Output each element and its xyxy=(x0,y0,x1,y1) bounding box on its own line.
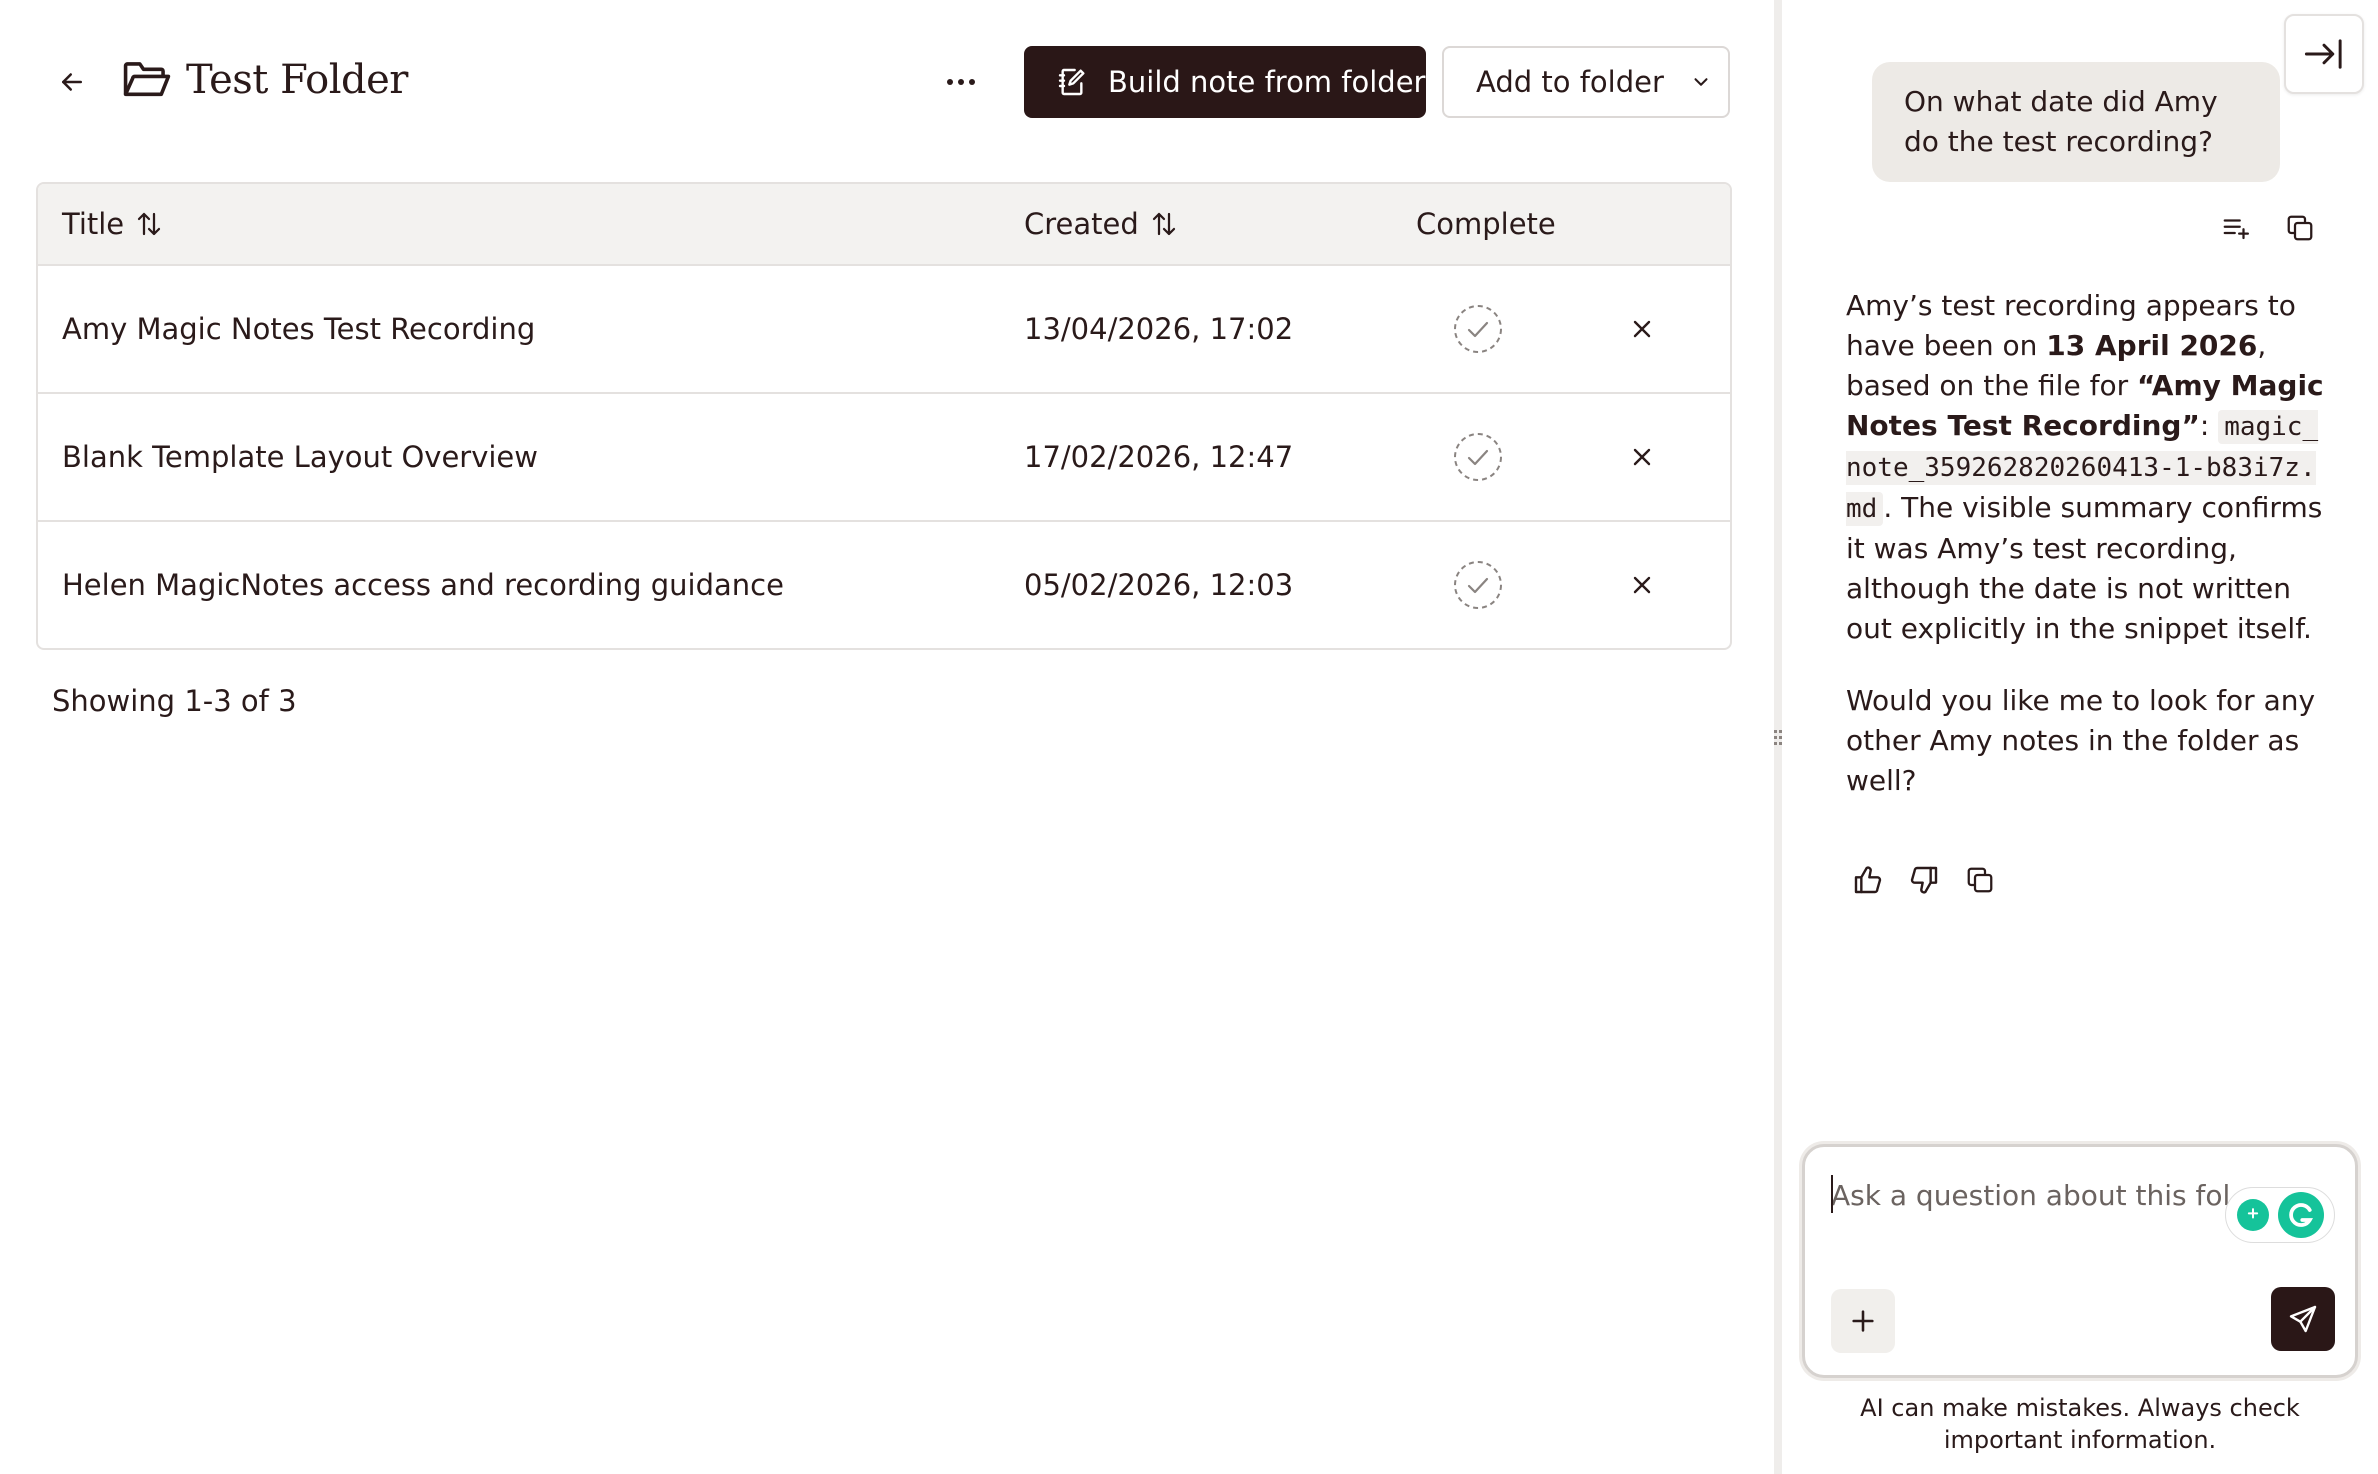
assistant-text: . The visible summary confirms it was Am… xyxy=(1846,491,2323,645)
chat-input-box xyxy=(1802,1144,2358,1378)
complete-toggle[interactable] xyxy=(1452,394,1504,520)
user-message: On what date did Amy do the test recordi… xyxy=(1872,62,2280,182)
row-title[interactable]: Amy Magic Notes Test Recording xyxy=(62,266,535,392)
row-created: 05/02/2026, 12:03 xyxy=(1024,568,1294,602)
table-header: Title Created Complete xyxy=(38,184,1730,266)
back-button[interactable] xyxy=(52,62,92,102)
build-note-button[interactable]: Build note from folder xyxy=(1024,46,1426,118)
collapse-right-icon xyxy=(2304,39,2342,69)
remove-button[interactable] xyxy=(1622,266,1662,392)
close-icon xyxy=(1633,576,1651,594)
complete-toggle[interactable] xyxy=(1452,522,1504,648)
send-button[interactable] xyxy=(2271,1287,2335,1351)
dashed-check-circle-icon xyxy=(1454,433,1502,481)
add-to-folder-dropdown[interactable]: Add to folder xyxy=(1442,46,1730,118)
thumbs-down-button[interactable] xyxy=(1906,862,1942,898)
page-title: Test Folder xyxy=(186,57,408,103)
dashed-check-circle-icon xyxy=(1454,305,1502,353)
plus-icon xyxy=(1852,1310,1874,1332)
column-created-label: Created xyxy=(1024,207,1139,241)
copy-answer-button[interactable] xyxy=(1962,862,1998,898)
folder-header: Test Folder Build note from folder Add t… xyxy=(0,0,1774,170)
send-icon xyxy=(2289,1305,2317,1333)
row-created: 13/04/2026, 17:02 xyxy=(1024,312,1294,346)
dashed-check-circle-icon xyxy=(1454,561,1502,609)
thumbs-up-button[interactable] xyxy=(1850,862,1886,898)
row-title[interactable]: Blank Template Layout Overview xyxy=(62,394,538,520)
arrow-left-icon xyxy=(62,73,82,91)
grammarly-icon xyxy=(2277,1192,2324,1238)
sort-arrows-icon xyxy=(138,212,161,236)
chevron-down-icon xyxy=(1694,78,1708,86)
table-row[interactable]: Amy Magic Notes Test Recording 13/04/202… xyxy=(38,266,1730,394)
copy-question-button[interactable] xyxy=(2282,210,2318,246)
remove-button[interactable] xyxy=(1622,522,1662,648)
add-to-note-button[interactable] xyxy=(2218,210,2254,246)
attach-button[interactable] xyxy=(1831,1289,1895,1353)
ellipsis-icon xyxy=(947,79,975,85)
grammarly-widget[interactable] xyxy=(2225,1187,2335,1243)
build-note-label: Build note from folder xyxy=(1108,65,1426,99)
row-created: 17/02/2026, 12:47 xyxy=(1024,440,1294,474)
more-options-button[interactable] xyxy=(935,62,987,102)
notes-table: Title Created Complete Amy Magic Notes T… xyxy=(36,182,1732,650)
assistant-paragraph-1: Amy’s test recording appears to have bee… xyxy=(1846,286,2326,649)
column-title-label: Title xyxy=(62,207,125,241)
close-icon xyxy=(1633,448,1651,466)
add-to-folder-label: Add to folder xyxy=(1476,65,1664,99)
assistant-text: : xyxy=(2199,409,2219,442)
close-icon xyxy=(1633,320,1651,338)
sort-title-button[interactable] xyxy=(134,209,164,239)
add-to-note-icon xyxy=(2223,219,2249,240)
copy-icon xyxy=(1967,867,1993,893)
table-row[interactable]: Helen MagicNotes access and recording gu… xyxy=(38,522,1730,648)
answer-date: 13 April 2026 xyxy=(2046,329,2258,362)
complete-toggle[interactable] xyxy=(1452,266,1504,392)
remove-button[interactable] xyxy=(1622,394,1662,520)
chat-input[interactable] xyxy=(1831,1173,2231,1217)
thumbs-down-icon xyxy=(1910,866,1938,894)
column-header-created: Created xyxy=(1024,184,1179,264)
thumbs-up-icon xyxy=(1854,866,1882,894)
folder-open-icon xyxy=(123,62,171,97)
ai-disclaimer: AI can make mistakes. Always check impor… xyxy=(1860,1394,2300,1454)
assistant-message: Amy’s test recording appears to have bee… xyxy=(1846,286,2326,833)
pagination-summary: Showing 1-3 of 3 xyxy=(52,684,297,718)
assistant-paragraph-2: Would you like me to look for any other … xyxy=(1846,684,2316,797)
column-header-title: Title xyxy=(62,184,164,264)
user-message-actions xyxy=(2218,210,2318,246)
column-complete-label: Complete xyxy=(1416,207,1556,241)
table-row[interactable]: Blank Template Layout Overview 17/02/202… xyxy=(38,394,1730,522)
row-title[interactable]: Helen MagicNotes access and recording gu… xyxy=(62,522,784,648)
copy-icon xyxy=(2287,215,2313,241)
chat-panel: On what date did Amy do the test recordi… xyxy=(1782,0,2378,1474)
lightbulb-icon xyxy=(2236,1199,2269,1231)
note-edit-icon xyxy=(1058,68,1085,96)
folder-main-panel: Test Folder Build note from folder Add t… xyxy=(0,0,1774,1474)
text-caret xyxy=(1831,1175,1833,1213)
sort-created-button[interactable] xyxy=(1149,209,1179,239)
collapse-panel-button[interactable] xyxy=(2284,14,2364,94)
column-header-complete: Complete xyxy=(1416,184,1556,264)
sort-arrows-icon xyxy=(1152,212,1175,236)
assistant-message-actions xyxy=(1850,862,1998,898)
